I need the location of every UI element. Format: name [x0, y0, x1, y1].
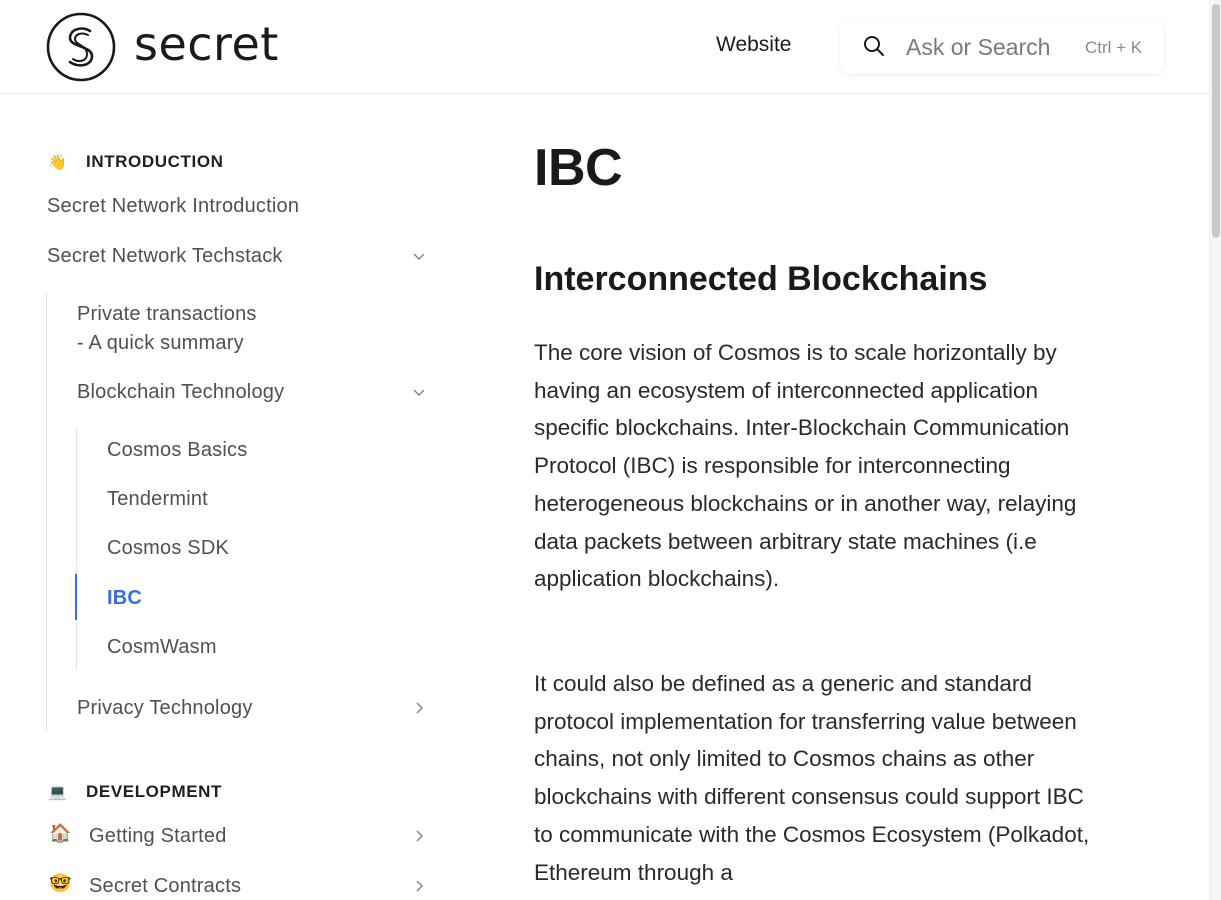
search-shortcut: Ctrl + K — [1085, 38, 1143, 57]
scrollbar-thumb[interactable] — [1212, 4, 1220, 238]
sidebar-item-secret-network-introduction[interactable]: Secret Network Introduction — [47, 192, 299, 221]
sidebar-item-private-transactions[interactable]: Private transactions - A quick summary — [77, 300, 257, 358]
chevron-down-icon[interactable] — [412, 385, 426, 399]
section-development: 💻 DEVELOPMENT — [48, 782, 222, 802]
laptop-icon: 💻 — [48, 784, 68, 801]
page-scrollbar[interactable] — [1209, 0, 1221, 900]
paragraph-1: The core vision of Cosmos is to scale ho… — [534, 340, 1077, 592]
chevron-right-icon[interactable] — [412, 829, 426, 843]
search-box[interactable]: Ask or Search Ctrl + K — [840, 20, 1164, 74]
sidebar-item-secret-contracts[interactable]: Secret Contracts — [89, 872, 241, 900]
house-icon: 🏠 — [49, 823, 72, 843]
sidebar-item-cosmwasm[interactable]: CosmWasm — [107, 633, 217, 662]
waving-hand-icon: 👋 — [48, 154, 68, 171]
search-icon — [864, 36, 884, 56]
website-link[interactable]: Website — [716, 33, 791, 57]
section-introduction-title: INTRODUCTION — [86, 152, 224, 171]
search-placeholder: Ask or Search — [906, 34, 1051, 60]
sidebar-item-ibc[interactable]: IBC — [107, 584, 142, 613]
chevron-right-icon[interactable] — [412, 701, 426, 715]
techstack-tree-line — [46, 291, 47, 731]
sidebar-item-getting-started[interactable]: Getting Started — [89, 822, 227, 851]
secret-logo[interactable]: secret — [46, 12, 279, 82]
logo-text: secret — [134, 17, 279, 71]
sidebar-item-secret-network-techstack[interactable]: Secret Network Techstack — [47, 242, 283, 271]
paragraph-2: It could also be defined as a generic an… — [534, 671, 1090, 885]
active-item-indicator — [75, 574, 77, 620]
page-title: IBC — [534, 139, 623, 197]
private-transactions-line1: Private transactions — [77, 303, 257, 325]
section-heading: Interconnected Blockchains — [534, 260, 988, 298]
sidebar-item-privacy-technology[interactable]: Privacy Technology — [77, 694, 253, 723]
chevron-right-icon[interactable] — [412, 879, 426, 893]
sidebar-item-cosmos-basics[interactable]: Cosmos Basics — [107, 436, 247, 465]
secret-logo-icon — [46, 12, 116, 82]
nerd-face-icon: 🤓 — [49, 873, 72, 893]
sidebar: 👋 INTRODUCTION Secret Network Introducti… — [0, 94, 470, 900]
sidebar-item-cosmos-sdk[interactable]: Cosmos SDK — [107, 534, 229, 563]
sidebar-item-tendermint[interactable]: Tendermint — [107, 485, 208, 514]
sidebar-item-blockchain-technology[interactable]: Blockchain Technology — [77, 378, 284, 407]
top-header: secret Website Ask or Search Ctrl + K — [0, 0, 1209, 94]
blockchain-tree-line — [76, 427, 77, 670]
section-introduction: 👋 INTRODUCTION — [48, 152, 224, 172]
private-transactions-line2: - A quick summary — [77, 332, 244, 354]
chevron-down-icon[interactable] — [412, 249, 426, 263]
section-development-title: DEVELOPMENT — [86, 782, 223, 801]
